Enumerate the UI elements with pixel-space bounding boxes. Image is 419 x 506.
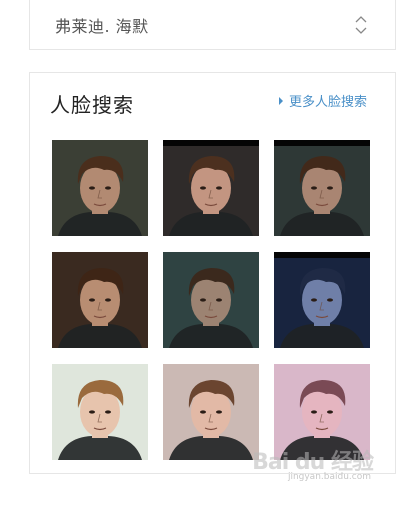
face-photo (163, 252, 259, 348)
select-value: 弗莱迪. 海默 (55, 17, 149, 36)
face-photo (52, 252, 148, 348)
face-photo (163, 364, 259, 460)
face-photo (52, 364, 148, 460)
face-result-thumb[interactable] (163, 364, 259, 460)
face-photo (274, 140, 370, 236)
face-result-thumb[interactable] (163, 140, 259, 236)
face-photo (163, 140, 259, 236)
face-result-thumb[interactable] (52, 140, 148, 236)
face-result-thumb[interactable] (52, 364, 148, 460)
more-face-search-label: 更多人脸搜索 (288, 95, 367, 110)
baidu-jingyan-watermark: Bai du 经验 jingyan.baidu.com (252, 444, 374, 490)
caret-right-icon (278, 96, 283, 105)
more-face-search-link[interactable]: 更多人脸搜索 (278, 91, 367, 110)
watermark-sub-text: jingyan.baidu.com (287, 472, 371, 482)
name-select[interactable]: 弗莱迪. 海默 (29, 0, 396, 50)
face-search-title: 人脸搜索 (50, 93, 134, 117)
face-search-card: 人脸搜索 更多人脸搜索 (29, 72, 396, 474)
face-result-thumb[interactable] (274, 140, 370, 236)
face-result-grid (52, 140, 370, 460)
face-result-thumb[interactable] (274, 252, 370, 348)
page: 弗莱迪. 海默 人脸搜索 更多人脸搜索 Bai du 经验 jingyan.ba… (0, 0, 419, 506)
face-result-thumb[interactable] (163, 252, 259, 348)
sort-updown-icon[interactable] (355, 14, 367, 36)
face-photo (274, 252, 370, 348)
face-result-thumb[interactable] (52, 252, 148, 348)
face-photo (52, 140, 148, 236)
